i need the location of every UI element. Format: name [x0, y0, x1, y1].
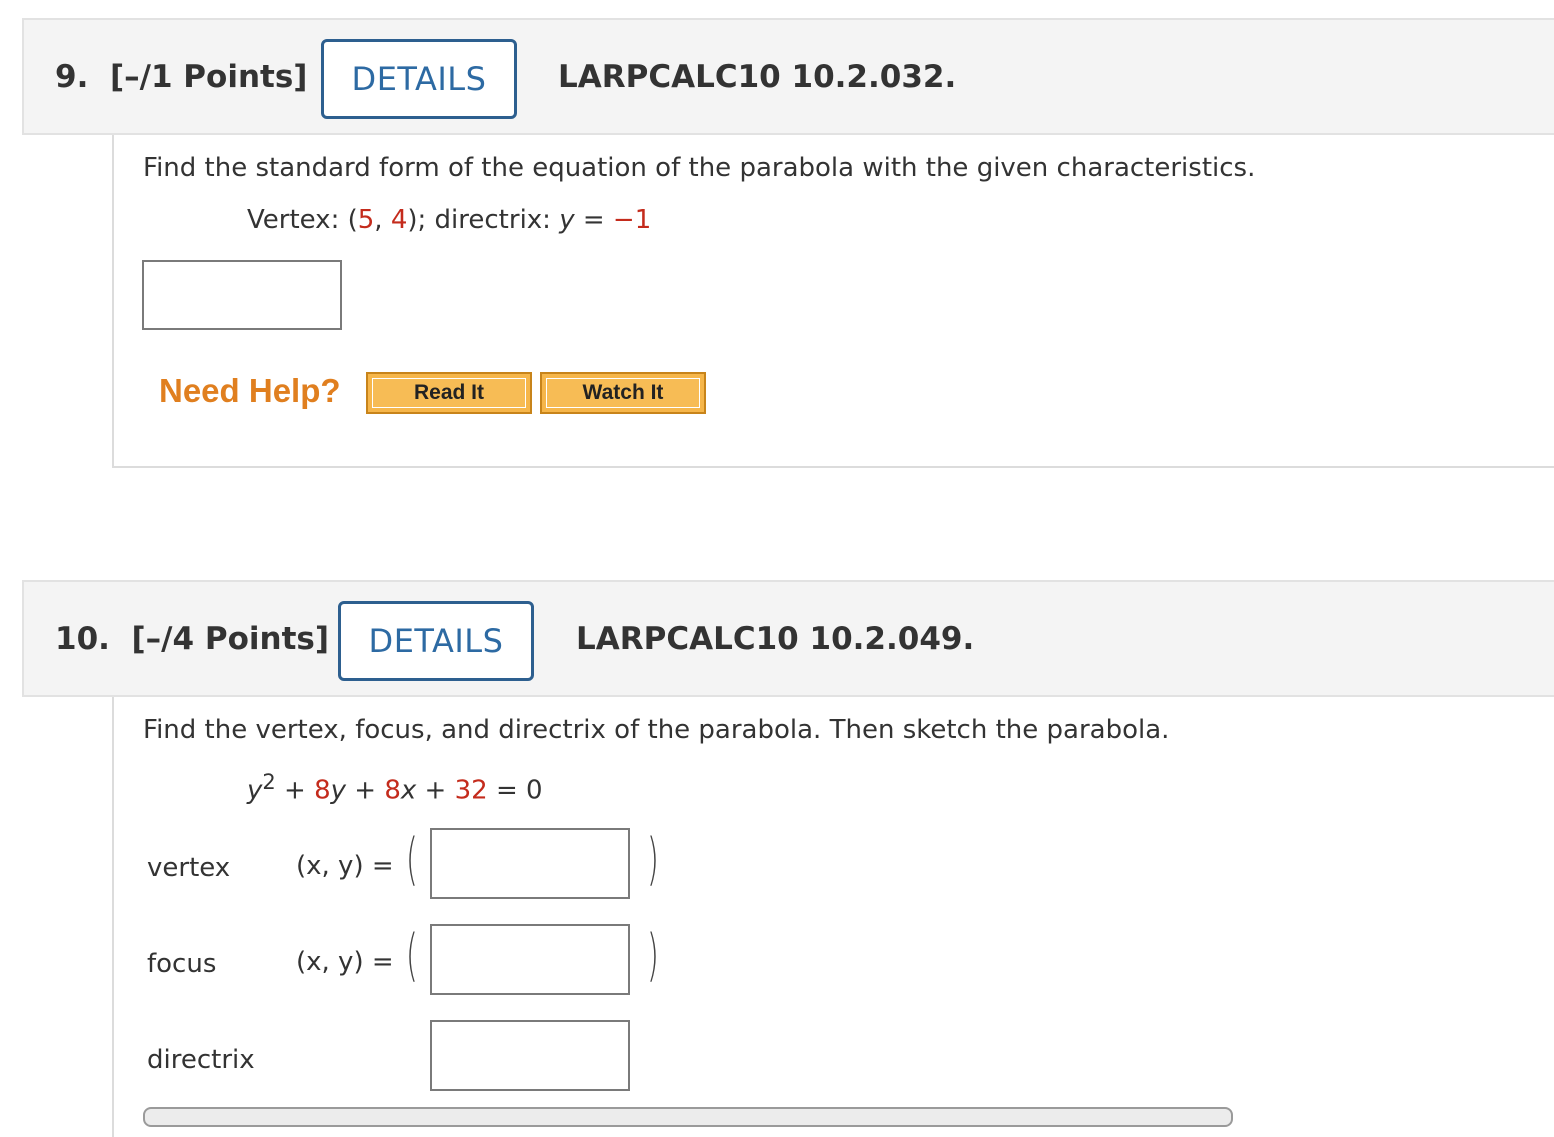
close-paren: ) — [646, 923, 659, 988]
question-number: 10. — [55, 620, 110, 657]
question-10-number: 10. [–/4 Points] — [55, 582, 329, 695]
xy-label: (x, y) = — [296, 851, 394, 881]
question-points: [–/4 Points] — [131, 620, 330, 657]
read-it-button[interactable]: Read It — [366, 372, 532, 414]
answer-input[interactable] — [142, 260, 342, 330]
details-button[interactable]: DETAILS — [338, 601, 534, 681]
question-9-header: 9. [–/1 Points] DETAILS LARPCALC10 10.2.… — [22, 18, 1554, 135]
watch-it-button[interactable]: Watch It — [540, 372, 706, 414]
question-code: LARPCALC10 10.2.032. — [558, 58, 957, 95]
read-it-label: Read It — [372, 378, 526, 408]
question-9-prompt: Find the standard form of the equation o… — [143, 153, 1256, 183]
vertex-label: vertex — [147, 853, 231, 883]
question-10-header: 10. [–/4 Points] DETAILS LARPCALC10 10.2… — [22, 580, 1554, 697]
details-button[interactable]: DETAILS — [321, 39, 517, 119]
close-paren: ) — [646, 827, 659, 892]
directrix-value: −1 — [612, 205, 652, 235]
open-paren: ( — [405, 827, 418, 892]
directrix-label: directrix — [147, 1045, 255, 1075]
need-help-label: Need Help? — [159, 372, 341, 409]
focus-label: focus — [147, 949, 217, 979]
vertex-x-value: 5 — [357, 205, 375, 235]
vertex-input[interactable] — [430, 828, 630, 899]
vertex-y-value: 4 — [390, 205, 408, 235]
question-10-body — [112, 697, 1554, 1137]
graph-panel-edge — [143, 1107, 1233, 1127]
open-paren: ( — [405, 923, 418, 988]
focus-input[interactable] — [430, 924, 630, 995]
watch-it-label: Watch It — [546, 378, 700, 408]
parabola-equation: y2 + 8y + 8x + 32 = 0 — [247, 770, 543, 806]
question-number: 9. — [55, 58, 89, 95]
given-characteristics: Vertex: (5, 4); directrix: y = −1 — [247, 205, 652, 235]
question-points: [–/1 Points] — [109, 58, 308, 95]
directrix-input[interactable] — [430, 1020, 630, 1091]
question-10-prompt: Find the vertex, focus, and directrix of… — [143, 715, 1170, 745]
xy-label: (x, y) = — [296, 947, 394, 977]
question-code: LARPCALC10 10.2.049. — [576, 620, 975, 657]
question-9-number: 9. [–/1 Points] — [55, 20, 307, 133]
